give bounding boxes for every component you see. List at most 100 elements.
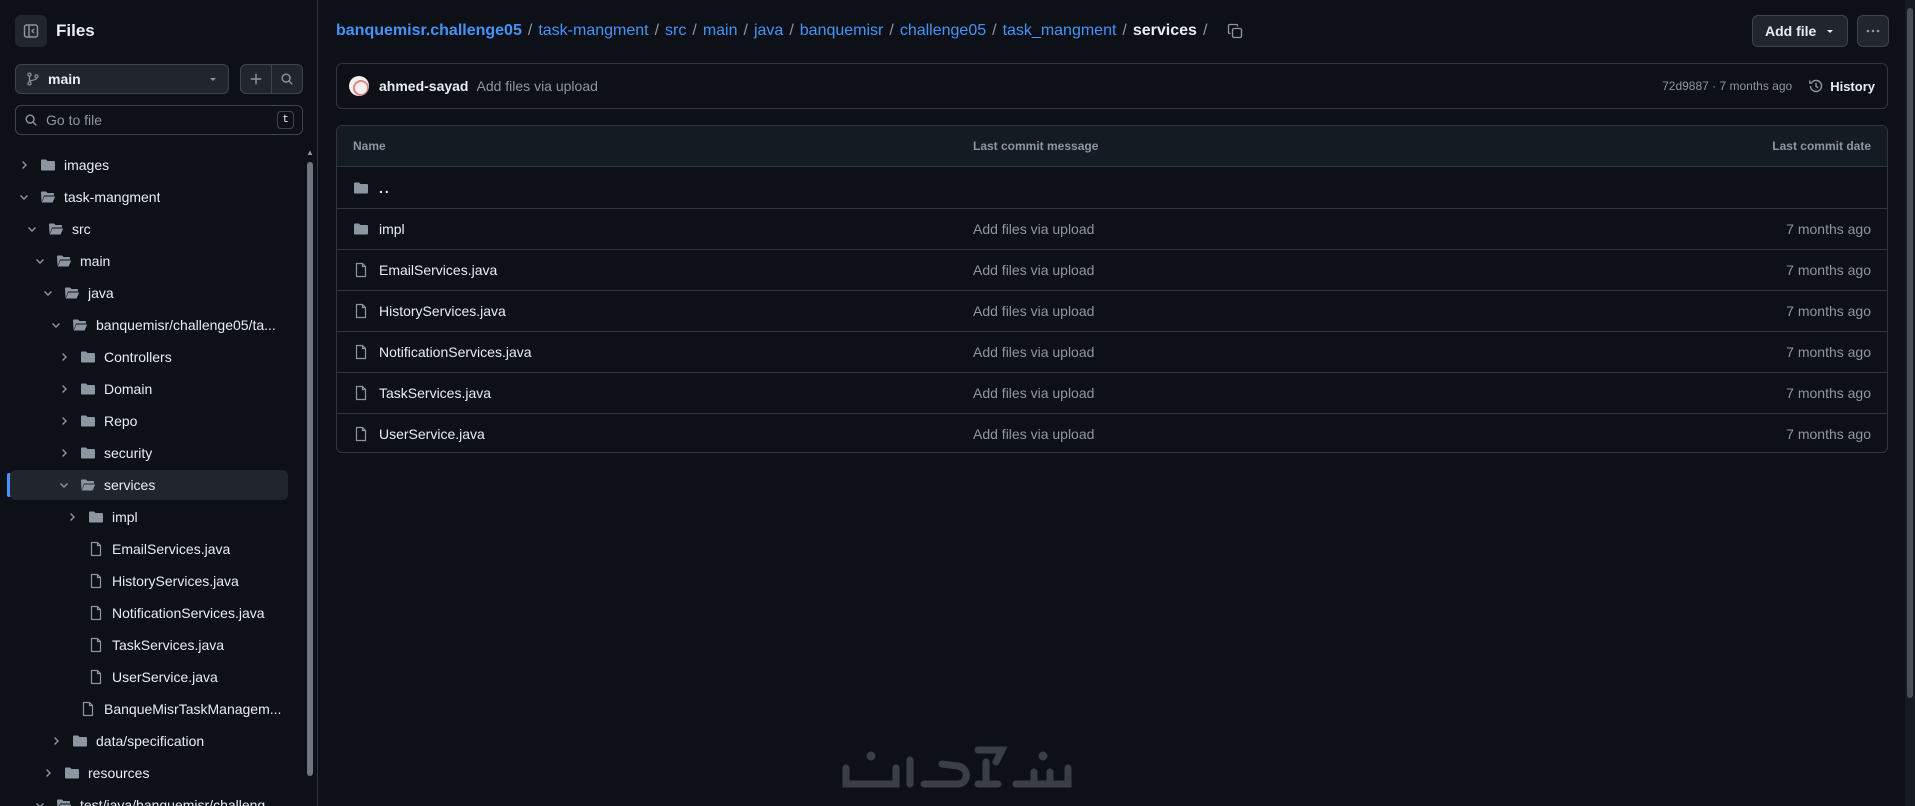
row-name-link[interactable]: HistoryServices.java — [353, 303, 973, 319]
tree-item[interactable]: impl — [10, 502, 288, 532]
tree-item[interactable]: BanqueMisrTaskManagem... — [10, 694, 288, 724]
chevron-down-icon[interactable] — [40, 285, 56, 301]
chevron-down-icon[interactable] — [16, 189, 32, 205]
row-name: NotificationServices.java — [379, 344, 532, 360]
tree-item[interactable]: Domain — [10, 374, 288, 404]
history-button[interactable]: History — [1808, 78, 1875, 94]
row-name-link[interactable]: EmailServices.java — [353, 262, 973, 278]
row-commit-message[interactable]: Add files via upload — [973, 303, 1786, 319]
breadcrumb-link[interactable]: banquemisr — [800, 22, 884, 40]
chevron-right-icon[interactable] — [56, 381, 72, 397]
tree-item-label: TaskServices.java — [112, 637, 225, 653]
tree-item[interactable]: security — [10, 438, 288, 468]
tree-item[interactable]: resources — [10, 758, 288, 788]
copy-path-icon[interactable] — [1227, 23, 1243, 39]
table-row[interactable]: UserService.java Add files via upload 7 mo… — [337, 413, 1887, 452]
folder-icon — [40, 157, 56, 173]
avatar[interactable] — [349, 76, 369, 96]
breadcrumb-link[interactable]: main — [703, 22, 738, 40]
tree-item[interactable]: Repo — [10, 406, 288, 436]
chevron-right-icon[interactable] — [16, 157, 32, 173]
row-commit-message[interactable]: Add files via upload — [973, 344, 1786, 360]
file-icon — [353, 385, 369, 401]
page-scrollbar[interactable] — [1905, 0, 1915, 806]
tree-item-label: Domain — [104, 381, 153, 397]
sidebar-scrollbar[interactable]: ▲ — [305, 148, 315, 798]
chevron-down-icon[interactable] — [32, 797, 48, 806]
file-icon — [353, 426, 369, 442]
row-commit-message[interactable]: Add files via upload — [973, 385, 1786, 401]
row-name-link[interactable]: impl — [353, 221, 973, 237]
sidebar-collapse-button[interactable] — [15, 15, 47, 47]
breadcrumb-link[interactable]: task-mangment — [538, 22, 648, 40]
tree-item[interactable]: services — [10, 470, 288, 500]
chevron-down-icon[interactable] — [32, 253, 48, 269]
commit-message[interactable]: Add files via upload — [476, 78, 597, 94]
breadcrumb-separator: / — [527, 22, 533, 39]
tree-item[interactable]: UserService.java — [10, 662, 288, 692]
commit-sha-age[interactable]: 72d9887 · 7 months ago — [1662, 79, 1792, 93]
breadcrumb-link[interactable]: challenge05 — [900, 22, 986, 40]
breadcrumb-link[interactable]: java — [754, 22, 783, 40]
breadcrumb-link[interactable]: task_mangment — [1003, 22, 1117, 40]
tree-item[interactable]: HistoryServices.java — [10, 566, 288, 596]
tree-item[interactable]: images — [10, 150, 288, 180]
table-row[interactable]: EmailServices.java Add files via upload 7 … — [337, 249, 1887, 290]
tree-item[interactable]: test/java/banquemisr/challeng... — [10, 790, 288, 806]
go-to-file-input[interactable] — [46, 112, 278, 128]
row-name-link[interactable]: UserService.java — [353, 426, 973, 442]
table-row[interactable]: impl Add files via upload 7 months ago — [337, 208, 1887, 249]
add-file-button[interactable] — [241, 65, 271, 93]
tree-item[interactable]: banquemisr/challenge05/ta... — [10, 310, 288, 340]
chevron-right-icon[interactable] — [64, 509, 80, 525]
file-icon — [88, 669, 104, 685]
row-name: HistoryServices.java — [379, 303, 506, 319]
add-file-dropdown[interactable]: Add file — [1752, 15, 1848, 47]
folder-open-icon — [40, 189, 56, 205]
more-options-button[interactable] — [1857, 15, 1889, 47]
branch-selector[interactable]: main — [15, 64, 229, 94]
scroll-up-arrow[interactable]: ▲ — [306, 148, 314, 157]
chevron-right-icon[interactable] — [56, 445, 72, 461]
row-commit-message[interactable]: Add files via upload — [973, 262, 1786, 278]
search-button[interactable] — [271, 65, 302, 93]
tree-item[interactable]: data/specification — [10, 726, 288, 756]
chevron-right-icon[interactable] — [40, 765, 56, 781]
tree-item[interactable]: Controllers — [10, 342, 288, 372]
table-row[interactable]: TaskServices.java Add files via upload 7 m… — [337, 372, 1887, 413]
breadcrumb-separator: / — [654, 22, 660, 39]
row-name-link[interactable]: TaskServices.java — [353, 385, 973, 401]
commit-author[interactable]: ahmed-sayad — [379, 78, 468, 94]
breadcrumb-link[interactable]: src — [665, 22, 686, 40]
chevron-down-icon[interactable] — [56, 477, 72, 493]
table-row[interactable]: HistoryServices.java Add files via upload… — [337, 290, 1887, 331]
tree-item[interactable]: java — [10, 278, 288, 308]
breadcrumb-repo-link[interactable]: banquemisr.challenge05 — [336, 22, 522, 40]
tree-item[interactable]: TaskServices.java — [10, 630, 288, 660]
go-to-file-field[interactable]: t — [15, 105, 303, 135]
folder-open-icon — [56, 797, 72, 806]
row-commit-message[interactable]: Add files via upload — [973, 221, 1786, 237]
tree-item[interactable]: EmailServices.java — [10, 534, 288, 564]
folder-icon — [88, 509, 104, 525]
tree-item[interactable]: task-mangment — [10, 182, 288, 212]
parent-directory-row[interactable]: .. — [337, 167, 1887, 208]
chevron-right-icon[interactable] — [56, 413, 72, 429]
sidebar-scroll-thumb[interactable] — [307, 162, 313, 776]
tree-item[interactable]: NotificationServices.java — [10, 598, 288, 628]
plus-icon — [250, 73, 262, 85]
row-commit-message[interactable]: Add files via upload — [973, 426, 1786, 442]
row-commit-date: 7 months ago — [1786, 262, 1871, 278]
tree-item[interactable]: main — [10, 246, 288, 276]
folder-icon — [72, 733, 88, 749]
table-row[interactable]: NotificationServices.java Add files via u… — [337, 331, 1887, 372]
tree-item[interactable]: src — [10, 214, 288, 244]
chevron-right-icon[interactable] — [48, 733, 64, 749]
parent-directory-link[interactable]: .. — [353, 180, 973, 196]
chevron-down-icon[interactable] — [24, 221, 40, 237]
chevron-down-icon[interactable] — [48, 317, 64, 333]
page-scroll-thumb[interactable] — [1907, 8, 1913, 698]
row-name-link[interactable]: NotificationServices.java — [353, 344, 973, 360]
chevron-right-icon[interactable] — [56, 349, 72, 365]
